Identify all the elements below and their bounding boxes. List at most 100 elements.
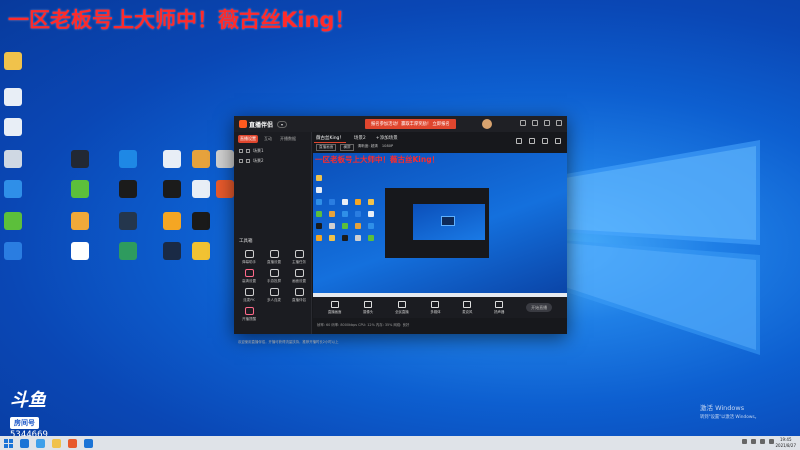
taskbar-app-icon[interactable] <box>36 438 45 448</box>
desktop-shortcut-icon[interactable] <box>65 212 95 232</box>
volume-icon[interactable] <box>760 439 765 444</box>
taskbar-app-icon[interactable] <box>52 438 61 448</box>
windows-logo-icon <box>3 438 8 443</box>
microphone-button[interactable]: 麦克风 <box>462 301 472 314</box>
tool-item[interactable]: 手游投屏 <box>263 269 285 284</box>
desktop-shortcut-icon[interactable] <box>0 212 28 232</box>
close-icon[interactable] <box>556 120 562 126</box>
ime-icon[interactable] <box>769 439 774 444</box>
scene-label: 场景1 <box>253 148 264 153</box>
tool-item[interactable]: 弹幕助手 <box>238 250 260 265</box>
eye-icon[interactable] <box>239 149 243 153</box>
media-button[interactable]: 多媒体 <box>430 301 441 314</box>
layout-icon[interactable] <box>529 138 535 144</box>
preview-options: 直播画面 横屏 清晰度: 超清 1080P <box>316 144 393 151</box>
tab-stats[interactable]: 开播数据 <box>278 135 298 143</box>
app-icon <box>192 180 210 198</box>
settings-icon[interactable] <box>520 120 526 126</box>
desktop-shortcut-icon[interactable] <box>0 242 28 262</box>
taskbar-app-icon[interactable] <box>20 438 29 448</box>
tab-scene-2[interactable]: 场景2 <box>352 134 368 143</box>
more-icon[interactable] <box>555 138 561 144</box>
tool-item[interactable]: 高清设置 <box>238 269 260 284</box>
desktop-shortcut-icon[interactable] <box>186 242 216 262</box>
app-icon <box>192 150 210 168</box>
desktop-shortcut-icon[interactable] <box>157 242 187 262</box>
camera-button[interactable]: 摄像头 <box>363 301 373 314</box>
tool-label: 高清设置 <box>242 279 256 283</box>
tool-item[interactable]: 多人连麦 <box>263 288 285 303</box>
mini-desktop-icon <box>342 223 348 229</box>
desktop-shortcut-icon[interactable] <box>157 150 187 170</box>
tab-live-settings[interactable]: 直播设置 <box>238 135 258 143</box>
desktop-shortcut-icon[interactable] <box>113 180 143 200</box>
chevron-up-icon[interactable] <box>742 439 747 444</box>
mini-desktop-icon <box>342 211 348 217</box>
tab-interact[interactable]: 互动 <box>262 135 274 143</box>
desktop-shortcut-icon[interactable] <box>65 242 95 262</box>
desktop-shortcut-icon[interactable] <box>0 88 28 108</box>
maximize-icon[interactable] <box>544 120 550 126</box>
tool-icon <box>294 250 304 258</box>
desktop-shortcut-icon[interactable] <box>0 52 28 72</box>
promo-banner[interactable]: 报名参加活动！赢取丰厚奖励！ 立即报名 <box>365 119 456 129</box>
view-mode[interactable]: 直播画面 <box>316 144 337 151</box>
desktop-shortcut-icon[interactable] <box>0 150 28 170</box>
tool-item[interactable]: 直播设置 <box>263 250 285 265</box>
tool-label: 直播设置 <box>267 260 281 264</box>
lock-icon[interactable] <box>246 149 250 153</box>
taskbar: 19:45 2021/8/27 <box>0 436 800 450</box>
settings-icon[interactable] <box>542 138 548 144</box>
app-icon <box>4 180 22 198</box>
lock-icon[interactable] <box>246 159 250 163</box>
scene-item[interactable]: 场景2 <box>234 156 311 166</box>
tool-item[interactable]: 主播任务 <box>288 250 310 265</box>
desktop-shortcut-icon[interactable] <box>186 212 216 232</box>
desktop-shortcut-icon[interactable] <box>0 180 28 200</box>
media-icon <box>431 301 440 308</box>
fullscreen-icon[interactable] <box>516 138 522 144</box>
screen-capture-button[interactable]: 直播画面 <box>327 301 342 314</box>
live-preview[interactable]: 一区老板号上大师中！薇古丝King！ <box>313 153 567 297</box>
app-icon <box>4 52 22 70</box>
speaker-button[interactable]: 扬声器 <box>494 301 504 314</box>
tab-scene-1[interactable]: 薇古丝King！ <box>314 134 346 143</box>
button-label: 直播画面 <box>327 310 342 314</box>
tool-item[interactable]: 画面设置 <box>288 269 310 284</box>
desktop-shortcut-icon[interactable] <box>65 150 95 170</box>
minimize-icon[interactable] <box>532 120 538 126</box>
tool-item[interactable]: 直播伴侣 <box>288 288 310 303</box>
add-scene-button[interactable]: +添加场景 <box>374 134 400 143</box>
app-icon <box>163 180 181 198</box>
tool-item[interactable]: 连麦PK <box>238 288 260 303</box>
desktop-shortcut-icon[interactable] <box>65 180 95 200</box>
toolbox-title: 工具箱 <box>239 239 253 244</box>
tool-icon <box>244 288 254 296</box>
network-icon[interactable] <box>751 439 756 444</box>
desktop-shortcut-icon[interactable] <box>0 118 28 138</box>
start-button[interactable] <box>3 438 13 448</box>
desktop-shortcut-icon[interactable] <box>113 150 143 170</box>
start-live-button[interactable]: 开始直播 <box>526 303 553 312</box>
desktop-shortcut-icon[interactable] <box>113 212 143 232</box>
app-titlebar[interactable]: 直播伴侣 ▾ 报名参加活动！赢取丰厚奖励！ 立即报名 <box>234 116 567 132</box>
camera-icon <box>364 301 373 308</box>
version-badge[interactable]: ▾ <box>277 120 288 128</box>
taskbar-app-icon[interactable] <box>68 438 77 448</box>
desktop-shortcut-icon[interactable] <box>157 180 187 200</box>
scene-item[interactable]: 场景1 <box>234 146 311 156</box>
orientation-select[interactable]: 横屏 <box>340 144 354 151</box>
eye-icon[interactable] <box>239 159 243 163</box>
taskbar-app-icon[interactable] <box>84 438 93 448</box>
user-avatar[interactable] <box>482 119 492 129</box>
desktop-shortcut-icon[interactable] <box>113 242 143 262</box>
quality-label[interactable]: 清晰度: 超清 <box>358 144 378 151</box>
taskbar-clock[interactable]: 19:45 2021/8/27 <box>775 437 796 449</box>
tool-label: 画面设置 <box>292 279 306 283</box>
tool-item[interactable]: 开播提醒 <box>238 307 260 322</box>
desktop-shortcut-icon[interactable] <box>157 212 187 232</box>
broadcast-button[interactable]: 全民直播 <box>395 301 409 314</box>
window-controls <box>520 120 562 126</box>
button-label: 多媒体 <box>430 310 441 314</box>
left-footer-tip: 欢迎使用直播伴侣，开播可获得流量扶持，推荐开播时长2小时以上 <box>238 340 339 344</box>
